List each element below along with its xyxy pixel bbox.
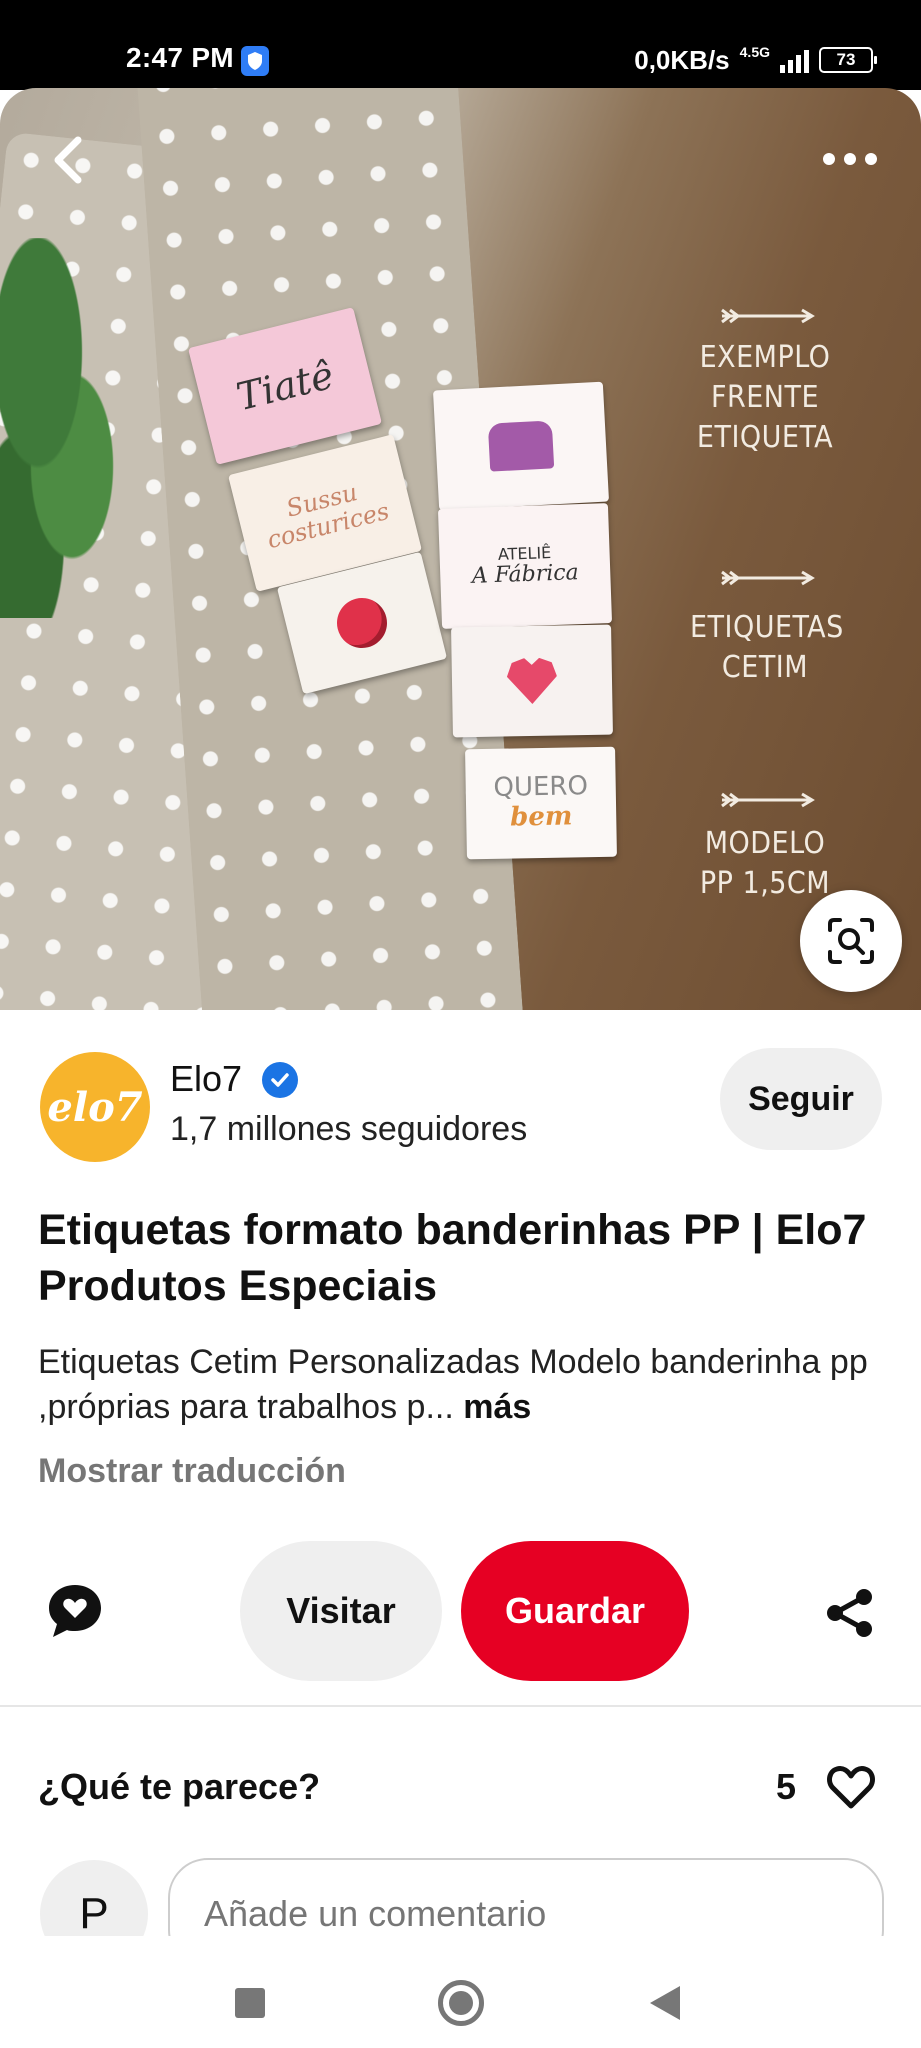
share-button[interactable] (826, 1588, 874, 1638)
lens-search-icon (828, 918, 874, 964)
visit-button[interactable]: Visitar (240, 1541, 442, 1681)
more-dots-icon (823, 153, 877, 165)
creator-name[interactable]: Elo7 (170, 1058, 242, 1100)
arrow-icon (721, 308, 815, 324)
verified-badge-icon (262, 1062, 298, 1098)
recents-square-icon[interactable] (235, 1988, 265, 2018)
back-button[interactable] (42, 132, 98, 188)
sewing-machine-icon (487, 420, 555, 472)
arrow-icon (721, 792, 815, 808)
follow-button[interactable]: Seguir (720, 1048, 882, 1150)
more-options-button[interactable] (820, 146, 880, 172)
home-circle-icon[interactable] (438, 1980, 484, 2026)
status-time: 2:47 PM (126, 42, 234, 73)
tag-label: A Fábrica (471, 559, 580, 589)
like-button[interactable] (826, 1764, 876, 1810)
tag-label: bem (509, 801, 573, 833)
tag-label: Sussu costurices (264, 477, 392, 555)
net-speed: 0,0KB/s (634, 44, 730, 75)
description-text: Etiquetas Cetim Personalizadas Modelo ba… (38, 1343, 868, 1426)
chat-heart-icon (49, 1585, 101, 1637)
pin-description: Etiquetas Cetim Personalizadas Modelo ba… (38, 1340, 888, 1430)
back-triangle-icon[interactable] (650, 1986, 680, 2020)
share-icon (827, 1589, 872, 1637)
fabric-tag: QUERO bem (465, 746, 617, 860)
fabric-tag: ATELIÊ A Fábrica (437, 503, 613, 629)
status-bar: 2:47 PM 0,0KB/s 4.5G 73 (0, 0, 921, 90)
arrow-icon (721, 570, 815, 586)
avatar-logo-text: elo7 (47, 1083, 143, 1131)
battery-icon: 73 (819, 47, 877, 73)
pin-image[interactable]: Tiatê Sussu costurices ATELIÊ A Fábrica … (0, 88, 921, 1010)
visual-search-button[interactable] (800, 890, 902, 992)
status-indicators: 0,0KB/s 4.5G 73 (634, 44, 877, 76)
image-caption: ETIQUETAS CETIM (690, 610, 844, 685)
image-caption: MODELO PP 1,5CM (699, 826, 831, 901)
save-button[interactable]: Guardar (461, 1541, 689, 1681)
like-count: 5 (776, 1766, 797, 1807)
system-navigation-bar (0, 1936, 921, 2048)
follower-count: 1,7 millones seguidores (170, 1110, 528, 1148)
plant-leaves (0, 238, 140, 618)
heart-outline-icon (827, 1766, 875, 1809)
chevron-left-icon (54, 136, 82, 184)
tag-label: Tiatê (232, 352, 338, 420)
ladybug-icon (331, 592, 393, 654)
creator-row: elo7 Elo7 1,7 millones seguidores Seguir (0, 1010, 921, 1180)
show-translation-link[interactable]: Mostrar traducción (38, 1452, 346, 1491)
comments-heading: ¿Qué te parece? (38, 1766, 321, 1807)
more-link[interactable]: más (463, 1388, 531, 1426)
net-type: 4.5G (739, 44, 770, 60)
creator-avatar[interactable]: elo7 (40, 1052, 150, 1162)
signal-icon (780, 47, 809, 73)
comment-button[interactable] (46, 1582, 104, 1640)
tag-label: QUERO (493, 771, 589, 803)
vpn-shield-icon (241, 46, 269, 76)
pin-title: Etiquetas formato banderinhas PP | Elo7 … (38, 1206, 867, 1310)
image-caption: EXEMPLO FRENTE ETIQUETA (696, 340, 834, 455)
battery-level: 73 (836, 50, 856, 69)
fabric-tag (432, 381, 610, 511)
yarn-heart-icon (507, 658, 558, 705)
fabric-tag (451, 624, 613, 738)
divider (0, 1705, 921, 1707)
